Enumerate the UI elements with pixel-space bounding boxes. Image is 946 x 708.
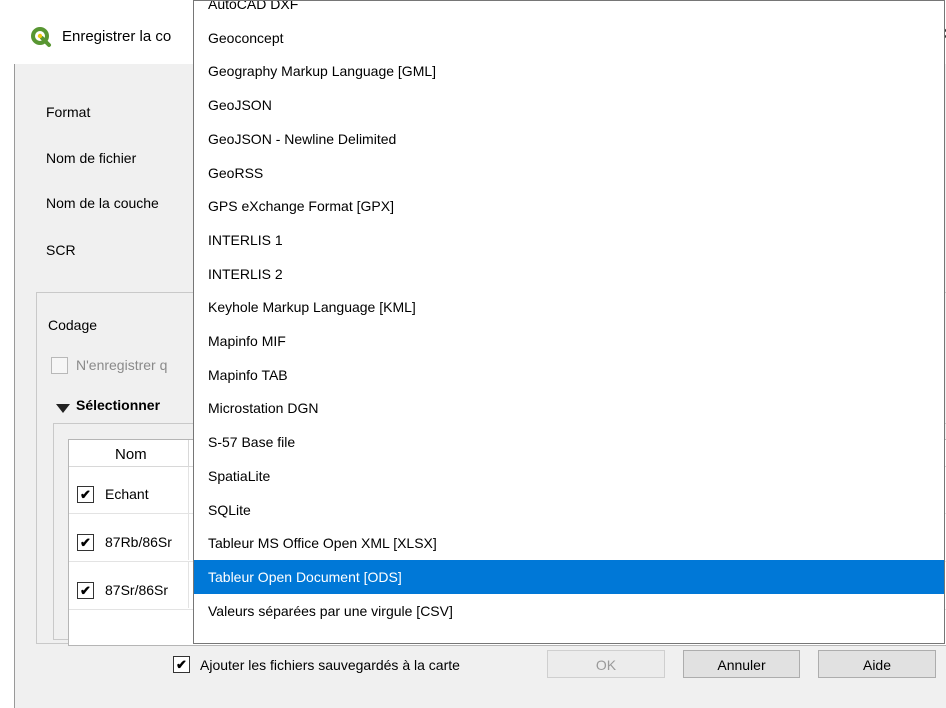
- dropdown-item[interactable]: Mapinfo MIF: [194, 324, 944, 358]
- qgis-logo-icon: [31, 27, 51, 47]
- row-separator: [188, 562, 189, 608]
- dropdown-item[interactable]: Geography Markup Language [GML]: [194, 54, 944, 88]
- save-selected-only-checkbox[interactable]: [51, 357, 68, 374]
- dropdown-item[interactable]: Tableur MS Office Open XML [XLSX]: [194, 526, 944, 560]
- table-row-label: 87Rb/86Sr: [105, 534, 172, 550]
- fields-section-title[interactable]: Sélectionner: [76, 397, 160, 413]
- column-separator: [188, 440, 189, 466]
- dropdown-item[interactable]: GeoJSON - Newline Delimited: [194, 122, 944, 156]
- dropdown-item[interactable]: SQLite: [194, 493, 944, 527]
- encoding-label: Codage: [48, 317, 98, 333]
- table-row-label: Echant: [105, 486, 149, 502]
- column-header-name[interactable]: Nom: [115, 446, 147, 463]
- dropdown-item[interactable]: INTERLIS 2: [194, 257, 944, 291]
- table-row-label: 87Sr/86Sr: [105, 582, 169, 598]
- row-checkbox-echant[interactable]: ✔: [77, 486, 94, 503]
- dropdown-item[interactable]: AutoCAD DXF: [194, 1, 944, 21]
- dropdown-item[interactable]: Microstation DGN: [194, 391, 944, 425]
- dropdown-item[interactable]: INTERLIS 1: [194, 223, 944, 257]
- help-button[interactable]: Aide: [818, 650, 936, 678]
- dropdown-item[interactable]: GeoJSON: [194, 88, 944, 122]
- save-selected-only-label: N'enregistrer q: [76, 357, 168, 373]
- row-checkbox-87sr86sr[interactable]: ✔: [77, 582, 94, 599]
- dropdown-item[interactable]: GPS eXchange Format [GPX]: [194, 189, 944, 223]
- dropdown-item[interactable]: Keyhole Markup Language [KML]: [194, 290, 944, 324]
- row-checkbox-87rb86sr[interactable]: ✔: [77, 534, 94, 551]
- dropdown-item[interactable]: Mapinfo TAB: [194, 358, 944, 392]
- ok-button[interactable]: OK: [547, 650, 665, 678]
- format-dropdown-list[interactable]: AutoCAD DXF Geoconcept Geography Markup La…: [193, 0, 945, 644]
- add-to-map-checkbox[interactable]: ✔: [173, 656, 190, 673]
- dropdown-item[interactable]: Geoconcept: [194, 21, 944, 55]
- add-to-map-label: Ajouter les fichiers sauvegardés à la ca…: [200, 657, 460, 673]
- collapse-arrow-icon[interactable]: [56, 404, 70, 413]
- crs-label: SCR: [46, 242, 76, 258]
- dropdown-item[interactable]: Tableur Open Document [ODS]: [194, 559, 944, 594]
- dropdown-item[interactable]: GeoRSS: [194, 156, 944, 190]
- filename-label: Nom de fichier: [46, 150, 137, 166]
- dropdown-item[interactable]: SpatiaLite: [194, 459, 944, 493]
- row-separator: [188, 467, 189, 513]
- dropdown-item[interactable]: S-57 Base file: [194, 425, 944, 459]
- dialog-title: Enregistrer la co: [62, 28, 172, 45]
- row-separator: [188, 514, 189, 560]
- format-label: Format: [46, 104, 91, 120]
- dropdown-item[interactable]: Valeurs séparées par une virgule [CSV]: [194, 594, 944, 628]
- layername-label: Nom de la couche: [46, 195, 159, 211]
- cancel-button[interactable]: Annuler: [683, 650, 800, 678]
